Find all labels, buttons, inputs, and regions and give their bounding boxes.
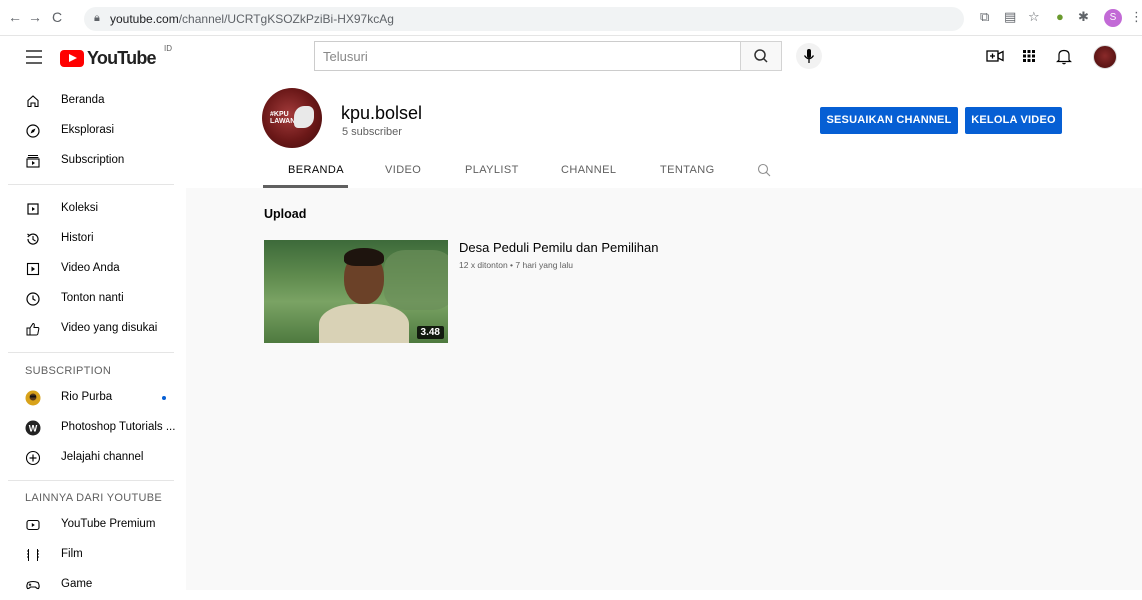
sidebar-item-koleksi[interactable]: Koleksi xyxy=(0,194,186,224)
film-icon xyxy=(27,549,39,561)
video-duration: 3.48 xyxy=(416,326,444,339)
extensions-puzzle-icon[interactable]: ✱ xyxy=(1078,9,1089,25)
channel-name: kpu.bolsel xyxy=(341,103,423,123)
tab-playlist[interactable]: PLAYLIST xyxy=(465,164,519,176)
svg-text:W: W xyxy=(29,424,38,434)
home-icon xyxy=(27,95,39,108)
subscriber-count: 5 subscriber xyxy=(342,126,402,138)
sidebar-item-histori[interactable]: Histori xyxy=(0,224,186,254)
library-icon xyxy=(27,203,39,215)
youtube-play-icon xyxy=(60,50,84,67)
thumbs-up-icon xyxy=(26,322,40,336)
sidebar-divider xyxy=(8,352,174,353)
watch-later-icon xyxy=(26,292,40,306)
tab-beranda[interactable]: BERANDA xyxy=(288,164,344,176)
search-icon xyxy=(754,49,768,63)
subscriptions-icon xyxy=(26,155,40,168)
reader-icon[interactable]: ▤ xyxy=(1004,9,1016,25)
sidebar-item-beranda[interactable]: Beranda xyxy=(0,86,186,116)
video-metadata: 12 x ditonton • 7 hari yang lalu xyxy=(459,260,574,270)
main-content: #KPU LAWAN kpu.bolsel 5 subscriber SESUAI… xyxy=(186,82,1142,590)
browser-profile-avatar[interactable]: S xyxy=(1104,9,1122,27)
sidebar-subscription-rio-purba[interactable]: Rio Purba xyxy=(0,383,186,413)
active-tab-indicator xyxy=(263,185,348,188)
sidebar-item-game[interactable]: Game xyxy=(0,570,186,600)
sidebar: Beranda Eksplorasi Subscription Koleksi … xyxy=(0,82,186,590)
account-avatar[interactable] xyxy=(1093,45,1117,69)
sidebar-item-youtube-premium[interactable]: YouTube Premium xyxy=(0,510,186,540)
tab-tentang[interactable]: TENTANG xyxy=(660,164,715,176)
channel-avatar: W xyxy=(25,420,41,436)
video-age: 7 hari yang lalu xyxy=(515,260,574,270)
sidebar-subscription-photoshop-tutorials[interactable]: W Photoshop Tutorials ... xyxy=(0,413,186,443)
forward-arrow-icon[interactable]: → xyxy=(28,9,42,25)
browser-menu-icon[interactable]: ⋮ xyxy=(1130,9,1142,25)
voice-search-button[interactable] xyxy=(796,43,822,69)
apps-grid-icon[interactable] xyxy=(1019,46,1039,66)
sidebar-divider xyxy=(8,480,174,481)
video-views: 12 x ditonton xyxy=(459,260,508,270)
section-title: Upload xyxy=(264,207,307,221)
sidebar-item-tonton-nanti[interactable]: Tonton nanti xyxy=(0,284,186,314)
sidebar-divider xyxy=(8,184,174,185)
gaming-icon xyxy=(26,580,40,590)
search-input[interactable]: Telusuri xyxy=(314,41,740,71)
plus-circle-icon xyxy=(25,450,41,466)
hamburger-menu-icon[interactable] xyxy=(26,50,42,64)
url-text: youtube.com/channel/UCRTgKSOZkPziBi-HX97… xyxy=(110,12,394,26)
manage-videos-button[interactable]: KELOLA VIDEO xyxy=(965,107,1062,134)
lock-icon: 🔒︎ xyxy=(94,12,100,24)
sidebar-item-subscription[interactable]: Subscription xyxy=(0,146,186,176)
new-content-dot xyxy=(162,396,166,400)
channel-avatar xyxy=(25,390,41,406)
address-bar[interactable]: 🔒︎ youtube.com/channel/UCRTgKSOZkPziBi-H… xyxy=(84,7,964,31)
more-from-youtube-heading: LAINNYA DARI YOUTUBE xyxy=(25,492,163,504)
your-videos-icon xyxy=(26,262,40,276)
microphone-icon xyxy=(803,49,815,63)
subscription-heading: SUBSCRIPTION xyxy=(25,365,112,377)
channel-search-icon[interactable] xyxy=(756,162,772,178)
translate-icon[interactable]: ⧉ xyxy=(980,9,989,25)
sidebar-item-video-disukai[interactable]: Video yang disukai xyxy=(0,314,186,344)
country-code: ID xyxy=(164,44,172,53)
sidebar-item-film[interactable]: Film xyxy=(0,540,186,570)
back-arrow-icon[interactable]: ← xyxy=(8,9,22,25)
tab-video[interactable]: VIDEO xyxy=(385,164,421,176)
create-video-icon[interactable] xyxy=(985,46,1005,66)
channel-header: #KPU LAWAN kpu.bolsel 5 subscriber SESUAI… xyxy=(186,82,1142,188)
sidebar-item-eksplorasi[interactable]: Eksplorasi xyxy=(0,116,186,146)
bookmark-star-icon[interactable]: ☆ xyxy=(1028,9,1040,25)
reload-icon[interactable]: C xyxy=(52,9,62,25)
premium-icon xyxy=(26,519,40,531)
sidebar-item-jelajahi-channel[interactable]: Jelajahi channel xyxy=(0,443,186,473)
notifications-bell-icon[interactable] xyxy=(1054,46,1074,66)
browser-toolbar: ← → C 🔒︎ youtube.com/channel/UCRTgKSOZkP… xyxy=(0,0,1142,36)
compass-icon xyxy=(26,124,40,138)
tab-channel[interactable]: CHANNEL xyxy=(561,164,616,176)
customize-channel-button[interactable]: SESUAIKAN CHANNEL xyxy=(820,107,958,134)
channel-avatar[interactable]: #KPU LAWAN xyxy=(262,88,322,148)
channel-avatar-logo-text: #KPU LAWAN xyxy=(270,111,296,125)
video-title[interactable]: Desa Peduli Pemilu dan Pemilihan xyxy=(459,240,658,255)
extension-icon[interactable]: ● xyxy=(1056,9,1064,24)
video-thumbnail[interactable]: 3.48 xyxy=(264,240,448,343)
sidebar-item-video-anda[interactable]: Video Anda xyxy=(0,254,186,284)
history-icon xyxy=(27,233,39,245)
search-button[interactable] xyxy=(740,41,782,71)
